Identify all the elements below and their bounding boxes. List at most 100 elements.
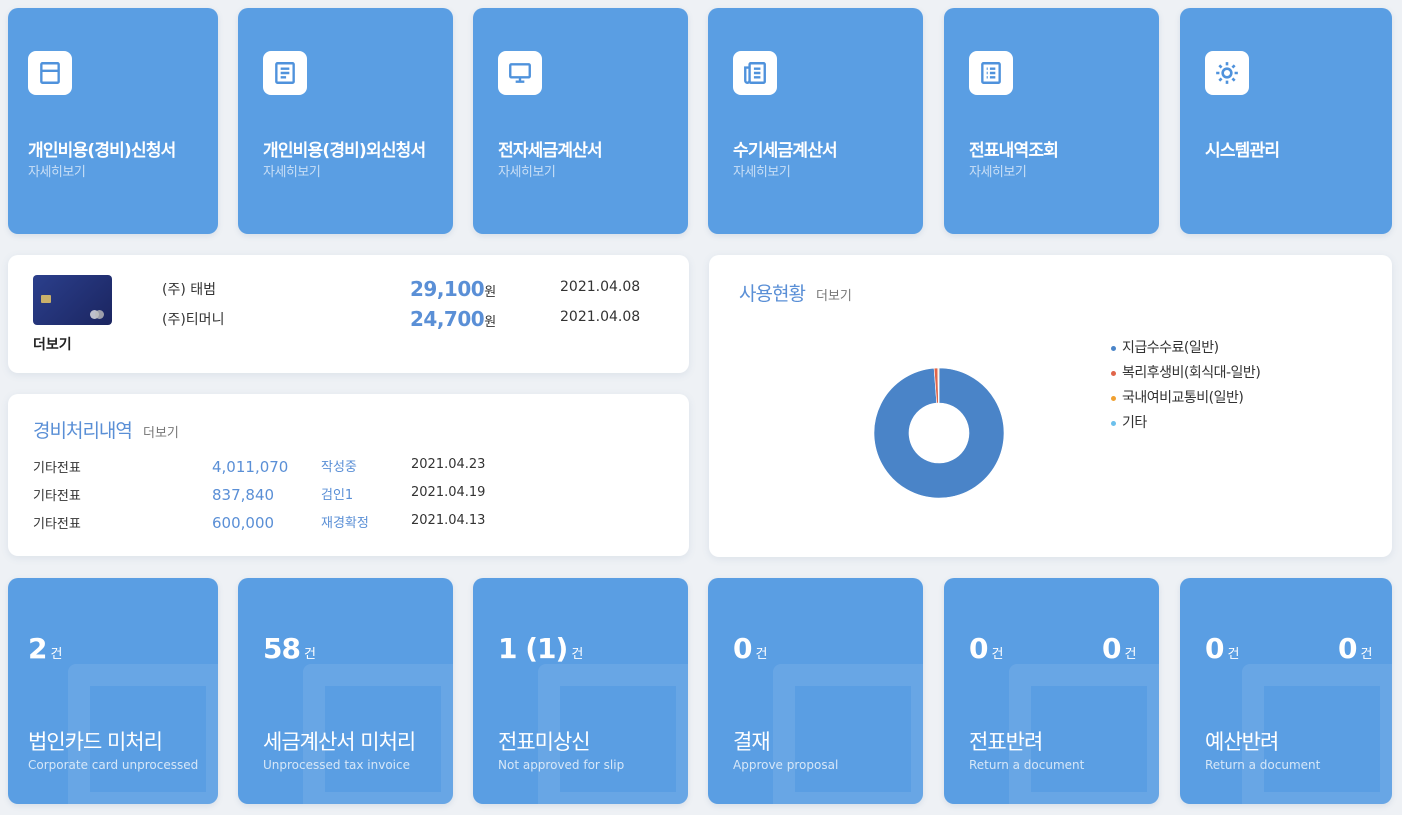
count-value: 0	[1102, 632, 1122, 665]
tile-slip-returned[interactable]: 0건 0건 전표반려 Return a document	[944, 578, 1159, 804]
tile-title: 법인카드 미처리	[28, 730, 163, 754]
slip-date: 2021.04.19	[411, 485, 486, 500]
tile-title: 전표미상신	[498, 730, 591, 754]
gear-icon	[1205, 51, 1249, 95]
count-value: 0	[969, 632, 989, 665]
legend-item[interactable]: 복리후생비(회식대-일반)	[1111, 362, 1261, 382]
legend-marker	[1111, 370, 1116, 376]
slip-amount: 837,840	[212, 486, 275, 504]
tile-tax-invoice-unprocessed[interactable]: 58 건 세금계산서 미처리 Unprocessed tax invoice	[238, 578, 453, 804]
form-icon	[28, 51, 72, 95]
count: 0건	[733, 632, 767, 665]
panel-header: 사용현황 더보기	[739, 279, 852, 306]
card-date: 2021.04.08	[560, 309, 641, 325]
legend-label: 국내여비교통비(일반)	[1122, 390, 1244, 406]
tile-electronic-tax-invoice[interactable]: 전자세금계산서 자세히보기	[473, 8, 688, 234]
tile-system-management[interactable]: 시스템관리	[1180, 8, 1392, 234]
count: 2건	[28, 632, 62, 665]
merchant-name: (주) 태범	[162, 282, 217, 298]
count-unit: 건	[1227, 647, 1239, 662]
legend-marker	[1111, 345, 1116, 351]
tile-subtitle: Return a document	[969, 758, 1085, 772]
tile-subtitle: Approve proposal	[733, 758, 839, 772]
count-unit: 건	[755, 647, 767, 662]
count-secondary: 0건	[1102, 632, 1136, 665]
details-link[interactable]: 자세히보기	[498, 161, 556, 180]
details-link[interactable]: 자세히보기	[28, 161, 86, 180]
tile-subtitle: Corporate card unprocessed	[28, 758, 199, 772]
legend-item[interactable]: 지급수수료(일반)	[1111, 337, 1219, 357]
count-value: 2	[28, 632, 48, 665]
details-link[interactable]: 자세히보기	[969, 161, 1027, 180]
usage-status-panel: 사용현황 더보기 지급수수료(일반) 복리후생비(회식대-일반) 국내여비교통비(일…	[709, 255, 1392, 557]
count-value: 1 (1)	[498, 632, 568, 665]
legend-marker	[1111, 420, 1116, 426]
count-unit: 건	[991, 647, 1003, 662]
amount-unit: 원	[484, 315, 497, 330]
newspaper-icon	[733, 51, 777, 95]
panel-title: 사용현황	[739, 283, 806, 305]
count-unit: 건	[1360, 647, 1372, 662]
amount-value: 24,700	[410, 307, 485, 331]
tile-budget-returned[interactable]: 0건 0건 예산반려 Return a document	[1180, 578, 1392, 804]
details-link[interactable]: 자세히보기	[733, 161, 791, 180]
legend-marker	[1111, 395, 1116, 401]
count: 0건	[969, 632, 1003, 665]
slip-date: 2021.04.23	[411, 457, 486, 472]
count-value: 0	[1205, 632, 1225, 665]
tile-title: 결재	[733, 730, 771, 754]
legend-item[interactable]: 기타	[1111, 412, 1147, 432]
tile-manual-tax-invoice[interactable]: 수기세금계산서 자세히보기	[708, 8, 923, 234]
tile-title: 전표내역조회	[969, 141, 1059, 161]
dashboard: 개인비용(경비)신청서 자세히보기 개인비용(경비)외신청서 자세히보기 전자세…	[0, 0, 1402, 815]
count-unit: 건	[303, 647, 316, 662]
tile-approval[interactable]: 0건 결재 Approve proposal	[708, 578, 923, 804]
more-link[interactable]: 더보기	[143, 426, 179, 441]
slip-type: 기타전표	[33, 517, 81, 532]
tile-title: 시스템관리	[1205, 141, 1280, 161]
tile-title: 개인비용(경비)외신청서	[263, 141, 426, 161]
slip-date: 2021.04.13	[411, 513, 486, 528]
list-icon	[969, 51, 1013, 95]
tile-slip-not-submitted[interactable]: 1 (1) 건 전표미상신 Not approved for slip	[473, 578, 688, 804]
amount-unit: 원	[484, 285, 497, 300]
slip-status: 작성중	[321, 460, 357, 475]
document-icon	[263, 51, 307, 95]
tile-subtitle: Return a document	[1205, 758, 1321, 772]
slip-status: 검인1	[321, 488, 354, 503]
legend-item[interactable]: 국내여비교통비(일반)	[1111, 387, 1244, 407]
tile-title: 예산반려	[1205, 730, 1279, 754]
slip-amount: 600,000	[212, 514, 275, 532]
amount-value: 29,100	[410, 277, 485, 301]
legend-label: 지급수수료(일반)	[1122, 340, 1219, 356]
tile-title: 전표반려	[969, 730, 1043, 754]
tile-slip-history[interactable]: 전표내역조회 자세히보기	[944, 8, 1159, 234]
slip-amount: 4,011,070	[212, 458, 289, 476]
merchant-name: (주)티머니	[162, 312, 225, 328]
details-link[interactable]: 자세히보기	[263, 161, 321, 180]
legend-label: 복리후생비(회식대-일반)	[1122, 365, 1261, 381]
count-secondary: 0건	[1338, 632, 1372, 665]
count-unit: 건	[571, 647, 583, 662]
count: 0건	[1205, 632, 1239, 665]
card-amount: 29,100원	[410, 277, 496, 301]
tile-title: 수기세금계산서	[733, 141, 838, 161]
card-amount: 24,700원	[410, 307, 496, 331]
count: 58 건	[263, 632, 316, 665]
tile-title: 세금계산서 미처리	[263, 730, 416, 754]
count-value: 0	[733, 632, 753, 665]
tile-personal-expense-request[interactable]: 개인비용(경비)신청서 자세히보기	[8, 8, 218, 234]
more-link[interactable]: 더보기	[33, 334, 72, 354]
legend-label: 기타	[1122, 415, 1147, 431]
credit-card-image[interactable]	[33, 275, 112, 325]
more-link[interactable]: 더보기	[816, 289, 852, 304]
tile-personal-expense-other-request[interactable]: 개인비용(경비)외신청서 자세히보기	[238, 8, 453, 234]
slip-type: 기타전표	[33, 461, 81, 476]
tile-subtitle: Not approved for slip	[498, 758, 625, 772]
tile-background-graphic	[773, 664, 923, 804]
count-unit: 건	[50, 647, 62, 662]
count-value: 0	[1338, 632, 1358, 665]
tile-subtitle: Unprocessed tax invoice	[263, 758, 410, 772]
tile-card-unprocessed[interactable]: 2건 법인카드 미처리 Corporate card unprocessed	[8, 578, 218, 804]
card-date: 2021.04.08	[560, 279, 641, 295]
